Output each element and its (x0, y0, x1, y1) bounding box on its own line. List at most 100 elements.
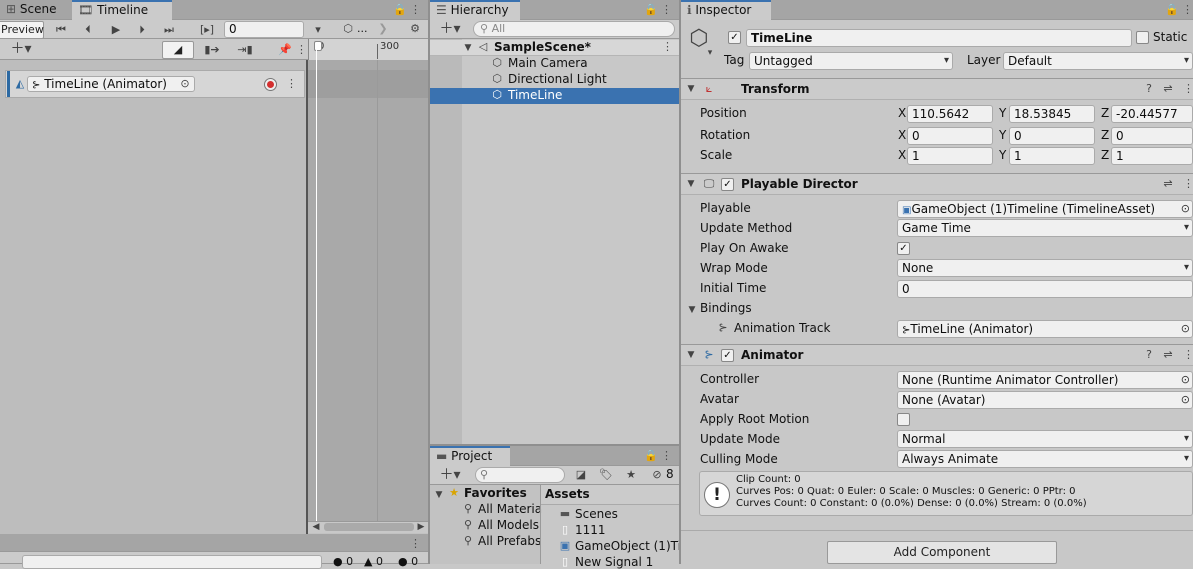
hierarchy-item-directional-light[interactable]: Directional Light (508, 72, 607, 86)
layer-dropdown[interactable]: Default (1003, 52, 1193, 70)
settings-gear-icon[interactable]: ⚙ (407, 22, 423, 36)
scale-y-label[interactable]: Y (999, 148, 1006, 162)
animator-collapse-icon[interactable]: ▼ (685, 348, 697, 362)
rotation-y-field[interactable]: 0 (1009, 127, 1095, 145)
asset-item-timeline[interactable]: GameObject (1)Tim (575, 539, 679, 553)
help-icon[interactable]: ? (1143, 348, 1155, 362)
hierarchy-menu-icon[interactable]: ⋮ (661, 3, 672, 17)
rotation-z-field[interactable]: 0 (1111, 127, 1193, 145)
asset-item-1111[interactable]: 1111 (575, 523, 606, 537)
project-create-icon[interactable]: ＋▾ (436, 468, 464, 482)
culling-mode-dropdown[interactable]: Always Animate (897, 450, 1193, 468)
position-y-field[interactable]: 18.53845 (1009, 105, 1095, 123)
favorites-expand-icon[interactable]: ▼ (434, 488, 444, 502)
go-to-end-icon[interactable]: ⏭ (160, 23, 178, 37)
markers-icon[interactable]: ⋮ (296, 43, 307, 57)
scroll-right-icon[interactable]: ▶ (416, 520, 426, 534)
time-ruler[interactable] (308, 39, 428, 60)
component-menu-icon[interactable]: ⋮ (1183, 82, 1193, 96)
initial-time-field[interactable]: 0 (897, 280, 1193, 298)
add-component-button[interactable]: Add Component (827, 541, 1057, 564)
hierarchy-search-input[interactable]: ⚲ All (473, 21, 675, 37)
hierarchy-item-main-camera[interactable]: Main Camera (508, 56, 588, 70)
presets-icon[interactable]: ⇌ (1161, 348, 1175, 362)
asset-item-signal[interactable]: New Signal 1 (575, 555, 653, 569)
create-dropdown-icon[interactable]: ＋▾ (436, 22, 464, 36)
timeline-dropdown-icon[interactable]: ▾ (312, 23, 324, 37)
component-menu-icon[interactable]: ⋮ (1183, 177, 1193, 191)
apply-root-motion-checkbox[interactable] (897, 413, 910, 426)
tab-inspector[interactable]: ℹ Inspector (681, 0, 771, 20)
avatar-field[interactable]: None (Avatar) (897, 391, 1193, 409)
console-search-input[interactable] (22, 555, 322, 569)
bindings-label[interactable]: Bindings (700, 301, 752, 315)
animator-enabled-checkbox[interactable]: ✓ (721, 349, 734, 362)
hierarchy-item-timeline[interactable]: TimeLine (508, 88, 562, 102)
scroll-thumb[interactable] (324, 523, 414, 531)
tab-project[interactable]: ▬ Project (430, 446, 510, 466)
assets-header[interactable]: Assets (545, 487, 590, 501)
frame-input[interactable]: 0 (224, 21, 304, 38)
add-track-icon[interactable]: ＋▾ (6, 42, 36, 56)
scroll-left-icon[interactable]: ◀ (311, 520, 321, 534)
favorite-star-icon[interactable]: ★ (623, 468, 639, 482)
director-enabled-checkbox[interactable]: ✓ (721, 178, 734, 191)
scale-y-field[interactable]: 1 (1009, 147, 1095, 165)
scale-x-label[interactable]: X (898, 148, 906, 162)
tab-scene[interactable]: ⊞ Scene (0, 0, 70, 20)
project-lock-icon[interactable]: 🔒 (644, 449, 658, 463)
track-menu-icon[interactable]: ⋮ (286, 77, 297, 91)
pin-icon[interactable]: 📌 (278, 43, 292, 57)
object-active-checkbox[interactable]: ✓ (728, 31, 741, 44)
inspector-menu-icon[interactable]: ⋮ (1182, 3, 1193, 17)
favorites-label[interactable]: Favorites (464, 486, 527, 500)
favorite-item-materials[interactable]: All Materia (478, 502, 542, 516)
position-x-field[interactable]: 110.5642 (907, 105, 993, 123)
transform-collapse-icon[interactable]: ▼ (685, 82, 697, 96)
playable-field[interactable]: ▣GameObject (1)Timeline (TimelineAsset) (897, 200, 1193, 218)
favorite-item-models[interactable]: All Models (478, 518, 539, 532)
kebab-menu-icon[interactable]: ⋮ (410, 3, 421, 17)
go-to-start-icon[interactable]: ⏮ (52, 23, 70, 37)
preview-button[interactable]: Preview (0, 21, 44, 39)
scale-x-field[interactable]: 1 (907, 147, 993, 165)
favorite-item-prefabs[interactable]: All Prefabs (478, 534, 541, 548)
tab-hierarchy[interactable]: ☰ Hierarchy (430, 0, 520, 20)
help-icon[interactable]: ? (1143, 82, 1155, 96)
position-x-label[interactable]: X (898, 106, 906, 120)
lock-icon[interactable]: 🔒 (393, 3, 407, 17)
rotation-x-field[interactable]: 0 (907, 127, 993, 145)
project-search-input[interactable]: ⚲ (475, 467, 565, 483)
scale-z-label[interactable]: Z (1101, 148, 1109, 162)
director-collapse-icon[interactable]: ▼ (685, 177, 697, 191)
tab-timeline[interactable]: 🎞 Timeline (72, 0, 172, 20)
component-menu-icon[interactable]: ⋮ (1183, 348, 1193, 362)
scene-menu-icon[interactable]: ⋮ (662, 40, 673, 54)
rotation-y-label[interactable]: Y (999, 128, 1006, 142)
rotation-z-label[interactable]: Z (1101, 128, 1109, 142)
inspector-lock-icon[interactable]: 🔒 (1165, 3, 1179, 17)
object-picker-icon[interactable]: ⊙ (179, 77, 191, 91)
hidden-packages-icon[interactable]: ⊘ (648, 468, 666, 482)
project-menu-icon[interactable]: ⋮ (661, 449, 672, 463)
wrap-mode-dropdown[interactable]: None (897, 259, 1193, 277)
next-frame-icon[interactable]: ⏵ (134, 23, 150, 37)
hierarchy-lock-icon[interactable]: 🔒 (644, 3, 658, 17)
search-by-type-icon[interactable]: ◪ (572, 468, 590, 482)
play-on-awake-checkbox[interactable]: ✓ (897, 242, 910, 255)
position-y-label[interactable]: Y (999, 106, 1006, 120)
replace-mode-icon[interactable]: ⇥▮ (234, 43, 256, 57)
scale-z-field[interactable]: 1 (1111, 147, 1193, 165)
icon-picker-dropdown-icon[interactable]: ▾ (705, 46, 715, 60)
ripple-mode-icon[interactable]: ▮➔ (202, 43, 222, 57)
position-z-field[interactable]: -20.44577 (1111, 105, 1193, 123)
asset-item-scenes[interactable]: Scenes (575, 507, 618, 521)
presets-icon[interactable]: ⇌ (1161, 82, 1175, 96)
static-checkbox[interactable] (1136, 31, 1149, 44)
bindings-collapse-icon[interactable]: ▼ (686, 303, 698, 317)
play-range-icon[interactable]: [▸] (197, 23, 217, 37)
tag-dropdown[interactable]: Untagged (749, 52, 953, 70)
console-menu-icon[interactable]: ⋮ (410, 537, 421, 551)
track-binding-field[interactable]: ⊱ TimeLine (Animator) (27, 76, 195, 92)
update-mode-dropdown[interactable]: Normal (897, 430, 1193, 448)
